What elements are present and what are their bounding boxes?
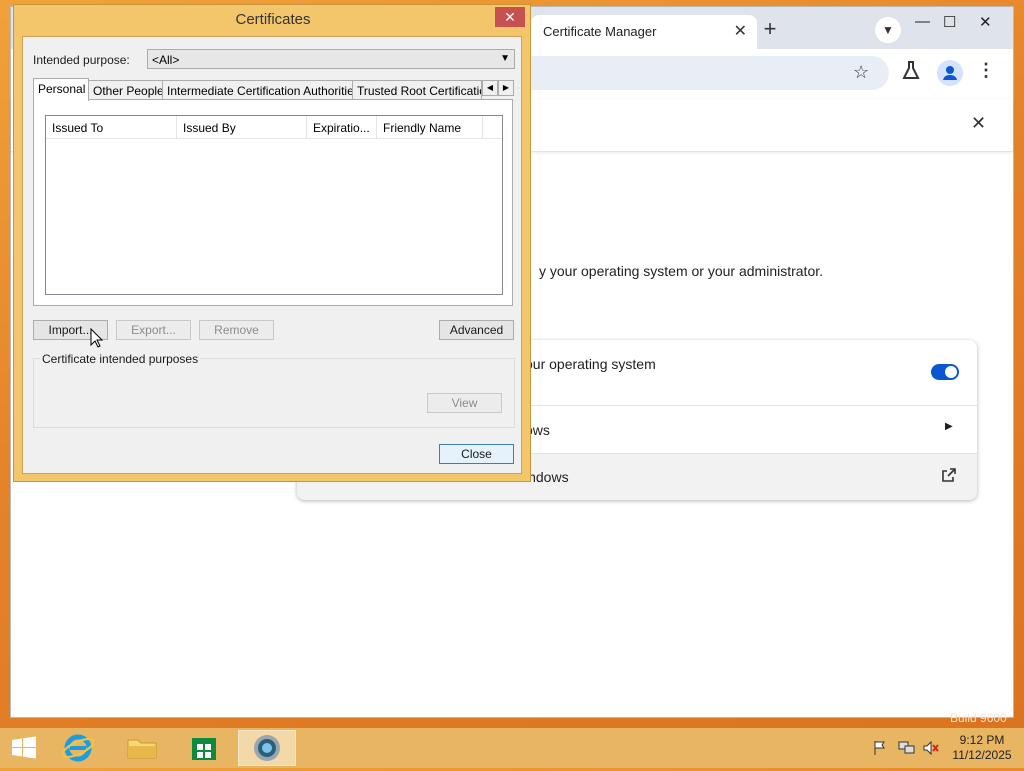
- dialog-close-icon[interactable]: ✕: [495, 7, 525, 27]
- row-label: indows: [525, 469, 569, 485]
- menu-kebab-icon[interactable]: ⋮: [977, 60, 995, 81]
- advanced-button[interactable]: Advanced: [439, 320, 514, 340]
- tab-other-people[interactable]: Other People: [88, 80, 163, 100]
- export-button[interactable]: Export...: [116, 320, 191, 340]
- chevron-right-icon: ▶: [945, 421, 953, 432]
- volume-muted-icon[interactable]: [922, 740, 940, 761]
- tab-certificate-manager[interactable]: Certificate Manager ✕: [531, 15, 757, 49]
- flag-icon[interactable]: [872, 740, 888, 761]
- tab-panel: Issued To Issued By Expiratio... Friendl…: [33, 99, 513, 306]
- mouse-cursor-icon: [90, 327, 104, 353]
- certificate-tabs: Personal Other People Intermediate Certi…: [33, 78, 515, 101]
- intended-purpose-value: <All>: [152, 53, 180, 67]
- tab-title: Certificate Manager: [543, 24, 657, 39]
- intended-purpose-select[interactable]: <All> ▼: [147, 49, 515, 69]
- tab-scroll-left-icon[interactable]: ◀: [482, 80, 498, 96]
- chevron-down-icon: ▼: [882, 23, 894, 37]
- os-certificates-toggle[interactable]: [931, 364, 959, 380]
- column-friendly-name[interactable]: Friendly Name: [377, 116, 483, 138]
- file-explorer-icon[interactable]: [114, 730, 170, 766]
- chrome-taskbar-icon[interactable]: [238, 730, 296, 766]
- close-button[interactable]: Close: [439, 444, 514, 464]
- dialog-title: Certificates: [235, 11, 311, 28]
- page-description: y your operating system or your administ…: [539, 263, 824, 279]
- column-issued-by[interactable]: Issued By: [177, 116, 307, 138]
- window-close-button[interactable]: ✕: [979, 13, 992, 31]
- clock-date: 11/12/2025: [952, 748, 1012, 762]
- tab-intermediate-ca[interactable]: Intermediate Certification Authorities: [162, 80, 353, 100]
- clock-time: 9:12 PM: [959, 733, 1005, 747]
- build-watermark: Build 9600: [950, 711, 1007, 725]
- tab-scroll-right-icon[interactable]: ▶: [498, 80, 514, 96]
- new-tab-button[interactable]: +: [755, 15, 785, 45]
- labs-flask-icon[interactable]: [901, 60, 921, 87]
- profile-avatar[interactable]: [937, 60, 963, 86]
- store-icon[interactable]: [176, 730, 232, 766]
- address-bar[interactable]: [521, 56, 889, 90]
- chevron-down-icon: ▼: [500, 53, 510, 64]
- view-button[interactable]: View: [427, 393, 502, 413]
- taskbar: 9:12 PM 11/12/2025: [0, 728, 1024, 768]
- intended-purposes-label: Certificate intended purposes: [40, 352, 201, 366]
- intended-purpose-label: Intended purpose:: [33, 53, 130, 67]
- minimize-button[interactable]: —: [915, 13, 930, 30]
- tab-personal[interactable]: Personal: [33, 78, 89, 101]
- tab-close-icon[interactable]: ✕: [734, 21, 747, 41]
- row-label: our operating system: [525, 356, 656, 372]
- remove-button[interactable]: Remove: [199, 320, 274, 340]
- tab-search-button[interactable]: ▼: [875, 17, 901, 43]
- tab-trusted-root[interactable]: Trusted Root Certification: [352, 80, 482, 100]
- column-issued-to[interactable]: Issued To: [46, 116, 177, 138]
- network-icon[interactable]: [898, 740, 916, 761]
- close-icon[interactable]: ✕: [971, 113, 986, 134]
- system-clock[interactable]: 9:12 PM 11/12/2025: [950, 733, 1014, 763]
- internet-explorer-icon[interactable]: [50, 730, 106, 766]
- list-header: Issued To Issued By Expiratio... Friendl…: [46, 116, 502, 139]
- dialog-body: Intended purpose: <All> ▼ Personal Other…: [22, 36, 522, 474]
- certificates-dialog: Certificates ✕ Intended purpose: <All> ▼…: [13, 4, 531, 482]
- certificate-list[interactable]: Issued To Issued By Expiratio... Friendl…: [45, 115, 503, 295]
- column-expiration[interactable]: Expiratio...: [307, 116, 377, 138]
- bookmark-star-icon[interactable]: ☆: [853, 62, 869, 83]
- windows-logo-icon: [12, 736, 36, 759]
- maximize-button[interactable]: ☐: [943, 13, 956, 31]
- start-button[interactable]: [0, 730, 48, 766]
- open-external-icon: [941, 467, 957, 486]
